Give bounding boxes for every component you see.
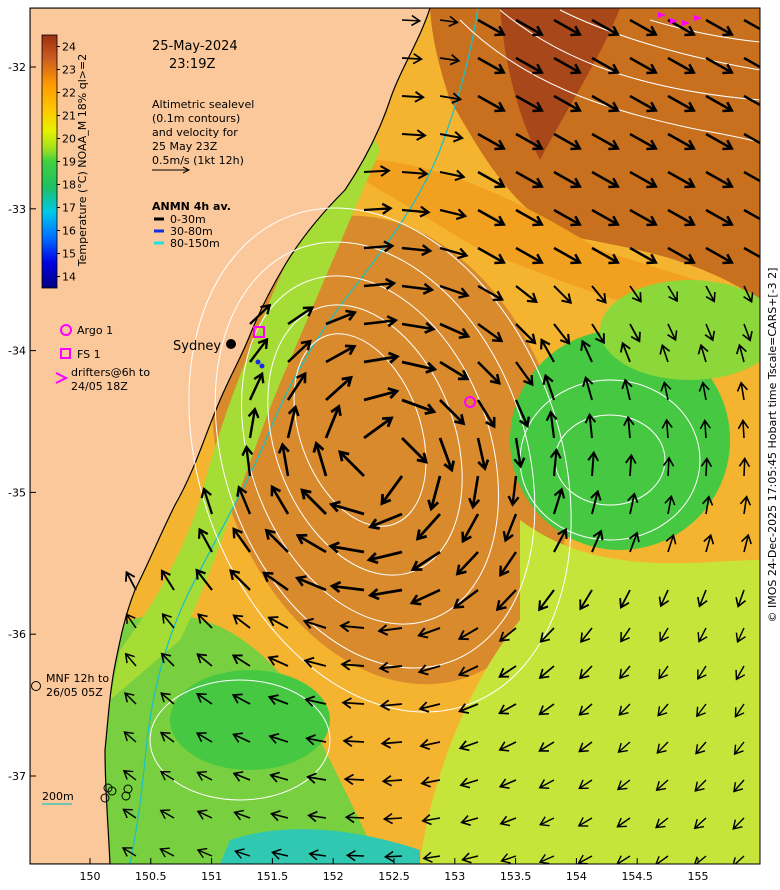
sydney-label: Sydney xyxy=(173,339,221,354)
altimetry-note-5: 0.5m/s (1kt 12h) xyxy=(152,154,244,167)
colorbar-tick-label: 19 xyxy=(62,156,76,169)
colorbar-tick-label: 17 xyxy=(62,202,76,215)
x-tick-label: 150.5 xyxy=(135,870,167,883)
x-tick-label: 151.5 xyxy=(257,870,289,883)
y-tick-label: -35 xyxy=(8,486,26,499)
anmn-title: ANMN 4h av. xyxy=(152,200,231,213)
anmn-mooring-30-80m xyxy=(255,359,261,365)
x-tick-label: 151 xyxy=(201,870,222,883)
mnf-legend-label-1: MNF 12h to xyxy=(46,672,109,685)
altimetry-note-3: and velocity for xyxy=(152,126,238,139)
x-tick-label: 155 xyxy=(688,870,709,883)
sydney-marker xyxy=(226,339,236,349)
anmn-label-80-150: 80-150m xyxy=(170,237,220,250)
credit-text: © IMOS 24-Dec-2025 17:05:45 Hobart time … xyxy=(766,268,779,623)
y-tick-label: -36 xyxy=(8,628,26,641)
mnf-legend-label-2: 26/05 05Z xyxy=(46,686,103,699)
date-label: 25-May-2024 xyxy=(152,39,238,54)
drifter-legend-label-1: drifters@6h to xyxy=(71,366,150,379)
colorbar-tick-label: 24 xyxy=(62,41,76,54)
x-tick-label: 152.5 xyxy=(378,870,410,883)
anmn-mooring-30-80m-b xyxy=(259,363,265,369)
y-tick-label: -32 xyxy=(8,61,26,74)
isobath-label: 200m xyxy=(42,790,74,803)
time-label: 23:19Z xyxy=(169,57,215,72)
altimetry-note-2: (0.1m contours) xyxy=(152,112,240,125)
sst-map: 24 23 22 21 20 19 18 17 16 15 14 Temperature (°C) … xyxy=(8,7,779,883)
y-tick-label: -34 xyxy=(8,345,26,358)
colorbar xyxy=(41,34,58,289)
x-tick-label: 154.5 xyxy=(621,870,653,883)
colorbar-tick-label: 18 xyxy=(62,179,76,192)
x-tick-label: 153.5 xyxy=(500,870,532,883)
x-tick-label: 150 xyxy=(80,870,101,883)
colorbar-tick-label: 16 xyxy=(62,225,76,238)
altimetry-note-4: 25 May 23Z xyxy=(152,140,218,153)
argo-legend-label: Argo 1 xyxy=(77,324,113,337)
colorbar-tick-label: 23 xyxy=(62,64,76,77)
colorbar-tick-label: 15 xyxy=(62,248,76,261)
x-tick-label: 153 xyxy=(444,870,465,883)
colorbar-tick-label: 22 xyxy=(62,87,76,100)
y-tick-label: -37 xyxy=(8,770,26,783)
x-tick-label: 152 xyxy=(323,870,344,883)
shelf-green-patch xyxy=(170,670,330,770)
y-tick-label: -33 xyxy=(8,203,26,216)
x-tick-label: 154 xyxy=(566,870,587,883)
colorbar-tick-label: 14 xyxy=(62,271,76,284)
drifter-legend-label-2: 24/05 18Z xyxy=(71,380,128,393)
colorbar-tick-label: 21 xyxy=(62,110,76,123)
fs-legend-label: FS 1 xyxy=(77,348,101,361)
altimetry-note-1: Altimetric sealevel xyxy=(152,98,254,111)
map-plot-area xyxy=(30,8,760,864)
colorbar-tick-label: 20 xyxy=(62,133,76,146)
colorbar-label: Temperature (°C) NOAA_M 18% ql>=2 xyxy=(76,54,89,267)
